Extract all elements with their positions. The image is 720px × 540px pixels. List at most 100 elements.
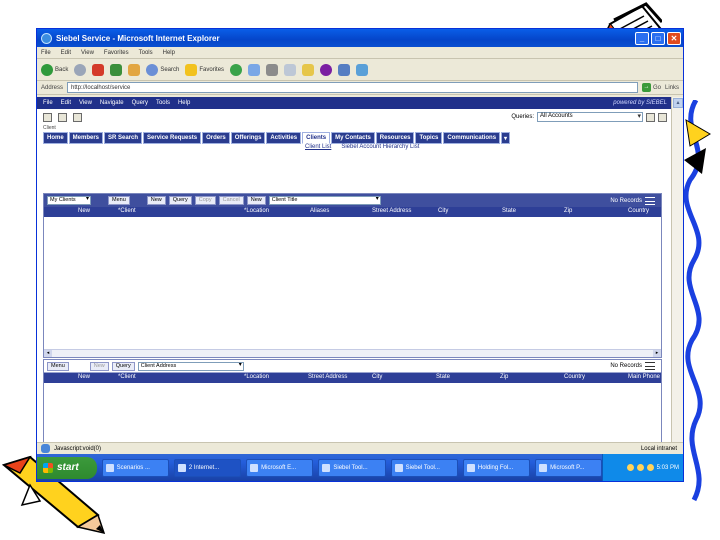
tab-clients[interactable]: Clients: [302, 132, 331, 144]
tools-icon[interactable]: [356, 63, 369, 76]
tray-icon[interactable]: [646, 464, 654, 471]
detail-col-main-phone[interactable]: Main Phone: [628, 374, 660, 380]
list-new-button[interactable]: New: [146, 196, 166, 205]
siebel-menu-file[interactable]: File: [43, 100, 53, 106]
tab-my-contacts[interactable]: My Contacts: [331, 132, 375, 144]
subtab-client-list[interactable]: Client List: [305, 144, 331, 154]
tab-topics[interactable]: Topics: [415, 132, 443, 144]
detail-col-new[interactable]: New: [78, 374, 90, 380]
history-icon[interactable]: [230, 63, 243, 76]
window-titlebar[interactable]: Siebel Service - Microsoft Internet Expl…: [37, 29, 683, 47]
detail-col-zip[interactable]: Zip: [500, 374, 508, 380]
siebel-menu-navigate[interactable]: Navigate: [100, 100, 124, 106]
col-new[interactable]: New: [78, 208, 90, 214]
queries-select[interactable]: All Accounts: [537, 112, 643, 122]
list-applet-menu-icon[interactable]: [645, 196, 655, 205]
siebel-menu-edit[interactable]: Edit: [61, 100, 71, 106]
tab-sr-search[interactable]: SR Search: [104, 132, 143, 144]
client-address-select[interactable]: Client Address: [137, 361, 244, 371]
messenger-icon[interactable]: [320, 63, 333, 76]
tab-home[interactable]: Home: [43, 132, 68, 144]
research-icon[interactable]: [338, 63, 351, 76]
back-button[interactable]: Back: [41, 63, 68, 76]
print-icon[interactable]: [266, 63, 279, 76]
detail-col-location[interactable]: *Location: [244, 374, 269, 380]
taskbar-item[interactable]: Holding Fol...: [462, 458, 531, 477]
save-record-icon[interactable]: [73, 112, 82, 122]
query-search-icon[interactable]: [646, 112, 655, 122]
visibility-select[interactable]: My Clients: [47, 196, 91, 205]
list-menu-button[interactable]: Menu: [108, 196, 130, 205]
sitemap-icon[interactable]: [43, 112, 52, 122]
menu-file[interactable]: File: [41, 50, 51, 56]
detail-query-button[interactable]: Query: [111, 361, 135, 371]
close-button[interactable]: ✕: [667, 31, 681, 45]
detail-applet-menu-icon[interactable]: [645, 362, 655, 370]
maximize-button[interactable]: □: [651, 31, 665, 45]
search-button[interactable]: Search: [146, 63, 179, 76]
tab-service-requests[interactable]: Service Requests: [143, 132, 202, 144]
tab-activities[interactable]: Activities: [266, 132, 302, 144]
edit-record-icon[interactable]: [58, 112, 67, 122]
client-title-select[interactable]: Client Title: [268, 196, 381, 205]
siebel-menu-query[interactable]: Query: [132, 100, 148, 106]
list-cancel-button[interactable]: Cancel: [218, 196, 244, 205]
siebel-menu-view[interactable]: View: [79, 100, 92, 106]
tray-icon[interactable]: [636, 464, 644, 471]
col-country[interactable]: Country: [628, 208, 649, 214]
detail-new-button[interactable]: New: [89, 361, 109, 371]
tab-orders[interactable]: Orders: [202, 132, 230, 144]
taskbar-item[interactable]: Siebel Tool...: [390, 458, 458, 477]
subtab-account-hierarchy[interactable]: Siebel Account Hierarchy List: [341, 144, 419, 154]
col-location[interactable]: *Location: [244, 208, 269, 214]
menu-edit[interactable]: Edit: [61, 50, 71, 56]
list-query-button[interactable]: Query: [168, 196, 192, 205]
col-aliases[interactable]: Aliases: [310, 208, 329, 214]
detail-col-country[interactable]: Country: [564, 374, 585, 380]
breadcrumb[interactable]: Client: [37, 125, 673, 132]
go-button[interactable]: → Go: [641, 83, 661, 92]
taskbar-item[interactable]: Microsoft E...: [246, 458, 314, 477]
detail-col-state[interactable]: State: [436, 374, 450, 380]
vertical-scrollbar[interactable]: ▴ ▾: [671, 97, 683, 468]
list-horizontal-scrollbar[interactable]: ◂ ▸: [44, 349, 661, 357]
favorites-button[interactable]: Favorites: [185, 63, 224, 76]
edit-icon[interactable]: [284, 63, 297, 76]
list-new-secondary-button[interactable]: New: [246, 196, 266, 205]
detail-col-street-address[interactable]: Street Address: [308, 374, 347, 380]
siebel-menu-tools[interactable]: Tools: [156, 100, 170, 106]
scroll-up-icon[interactable]: ▴: [673, 98, 683, 108]
mail-icon[interactable]: [248, 63, 261, 76]
list-grid-body[interactable]: [44, 217, 661, 349]
list-copy-button[interactable]: Copy: [194, 196, 216, 205]
minimize-button[interactable]: _: [635, 31, 649, 45]
detail-col-city[interactable]: City: [372, 374, 382, 380]
menu-view[interactable]: View: [81, 50, 94, 56]
taskbar-item[interactable]: Scenarios ...: [101, 458, 169, 477]
menu-favorites[interactable]: Favorites: [104, 50, 129, 56]
stop-icon[interactable]: [92, 63, 105, 76]
clock[interactable]: 5:03 PM: [657, 465, 679, 471]
address-input[interactable]: http://localhost/service: [67, 82, 638, 93]
taskbar-item[interactable]: 2 Internet...: [173, 458, 242, 477]
menu-help[interactable]: Help: [163, 50, 175, 56]
query-options-icon[interactable]: [658, 112, 667, 122]
folder-icon[interactable]: [302, 63, 315, 76]
refresh-icon[interactable]: [110, 63, 123, 76]
scroll-left-icon[interactable]: ◂: [44, 350, 52, 357]
tabs-more-dropdown[interactable]: ▾: [501, 132, 511, 144]
tab-members[interactable]: Members: [68, 132, 104, 144]
home-icon[interactable]: [128, 63, 141, 76]
col-zip[interactable]: Zip: [564, 208, 572, 214]
detail-menu-button[interactable]: Menu: [47, 361, 69, 371]
menu-tools[interactable]: Tools: [139, 50, 153, 56]
taskbar-item[interactable]: Siebel Tool...: [318, 458, 386, 477]
tab-offerings[interactable]: Offerings: [230, 132, 266, 144]
taskbar-item[interactable]: Microsoft P...: [535, 458, 603, 477]
forward-arrow-icon[interactable]: [74, 63, 87, 76]
siebel-menu-help[interactable]: Help: [178, 100, 190, 106]
col-street-address[interactable]: Street Address: [372, 208, 411, 214]
tray-icon[interactable]: [626, 464, 634, 471]
col-state[interactable]: State: [502, 208, 516, 214]
tab-communications[interactable]: Communications: [443, 132, 501, 144]
